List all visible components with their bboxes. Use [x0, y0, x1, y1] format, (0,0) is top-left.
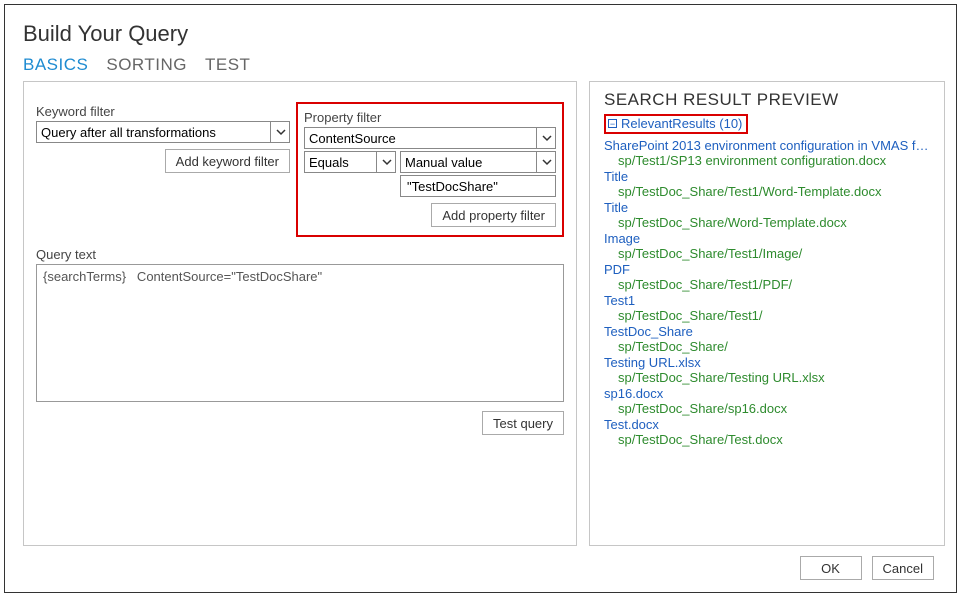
result-title-link[interactable]: Testing URL.xlsx: [604, 355, 934, 370]
tab-sorting[interactable]: SORTING: [106, 55, 187, 75]
property-operator-select[interactable]: [304, 151, 396, 173]
add-keyword-filter-button[interactable]: Add keyword filter: [165, 149, 290, 173]
result-item: TestDoc_Sharesp/TestDoc_Share/: [604, 324, 934, 354]
result-path: sp/TestDoc_Share/sp16.docx: [604, 401, 934, 416]
result-title-link[interactable]: Title: [604, 200, 934, 215]
property-name-select[interactable]: [304, 127, 556, 149]
keyword-filter-section: Keyword filter Add keyword filter: [36, 104, 296, 237]
search-result-preview-panel: SEARCH RESULT PREVIEW − RelevantResults …: [589, 81, 945, 546]
result-path: sp/TestDoc_Share/Test1/Image/: [604, 246, 934, 261]
result-title-link[interactable]: sp16.docx: [604, 386, 934, 401]
result-path: sp/TestDoc_Share/Word-Template.docx: [604, 215, 934, 230]
relevant-results-toggle[interactable]: − RelevantResults (10): [604, 114, 748, 134]
result-item: Titlesp/TestDoc_Share/Word-Template.docx: [604, 200, 934, 230]
property-value-mode-select[interactable]: [400, 151, 556, 173]
result-title-link[interactable]: Image: [604, 231, 934, 246]
property-operator-value[interactable]: [304, 151, 396, 173]
dialog-title: Build Your Query: [23, 21, 938, 47]
result-item: PDFsp/TestDoc_Share/Test1/PDF/: [604, 262, 934, 292]
query-builder-dialog: Build Your Query BASICS SORTING TEST Key…: [4, 4, 957, 593]
property-filter-label: Property filter: [304, 110, 556, 125]
relevant-results-label: RelevantResults (10): [621, 116, 742, 131]
tab-basics[interactable]: BASICS: [23, 55, 88, 75]
property-value-input[interactable]: [400, 175, 556, 197]
result-item: Test.docxsp/TestDoc_Share/Test.docx: [604, 417, 934, 447]
result-item: Testing URL.xlsxsp/TestDoc_Share/Testing…: [604, 355, 934, 385]
result-item: Imagesp/TestDoc_Share/Test1/Image/: [604, 231, 934, 261]
result-title-link[interactable]: Test1: [604, 293, 934, 308]
preview-title: SEARCH RESULT PREVIEW: [604, 90, 934, 110]
basics-panel: Keyword filter Add keyword filter: [23, 81, 577, 546]
result-item: SharePoint 2013 environment configuratio…: [604, 138, 934, 168]
tab-test[interactable]: TEST: [205, 55, 250, 75]
result-title-link[interactable]: Test.docx: [604, 417, 934, 432]
result-title-link[interactable]: PDF: [604, 262, 934, 277]
dialog-footer: OK Cancel: [23, 546, 938, 582]
keyword-filter-select[interactable]: [36, 121, 290, 143]
result-path: sp/TestDoc_Share/Test1/PDF/: [604, 277, 934, 292]
cancel-button[interactable]: Cancel: [872, 556, 934, 580]
add-property-filter-button[interactable]: Add property filter: [431, 203, 556, 227]
test-query-button[interactable]: Test query: [482, 411, 564, 435]
result-path: sp/TestDoc_Share/Test1/: [604, 308, 934, 323]
ok-button[interactable]: OK: [800, 556, 862, 580]
result-item: Test1sp/TestDoc_Share/Test1/: [604, 293, 934, 323]
result-item: sp16.docxsp/TestDoc_Share/sp16.docx: [604, 386, 934, 416]
result-path: sp/Test1/SP13 environment configuration.…: [604, 153, 934, 168]
result-path: sp/TestDoc_Share/Test1/Word-Template.doc…: [604, 184, 934, 199]
keyword-filter-label: Keyword filter: [36, 104, 290, 119]
result-path: sp/TestDoc_Share/Test.docx: [604, 432, 934, 447]
results-list: SharePoint 2013 environment configuratio…: [604, 138, 934, 447]
result-path: sp/TestDoc_Share/Testing URL.xlsx: [604, 370, 934, 385]
result-item: Titlesp/TestDoc_Share/Test1/Word-Templat…: [604, 169, 934, 199]
property-filter-highlight: Property filter: [296, 102, 564, 237]
property-filter-section: Property filter: [296, 104, 564, 237]
tab-strip: BASICS SORTING TEST: [23, 55, 938, 75]
result-title-link[interactable]: SharePoint 2013 environment configuratio…: [604, 138, 934, 153]
property-name-value[interactable]: [304, 127, 556, 149]
property-value-mode-value[interactable]: [400, 151, 556, 173]
query-text-label: Query text: [36, 247, 564, 262]
result-title-link[interactable]: Title: [604, 169, 934, 184]
keyword-filter-value[interactable]: [36, 121, 290, 143]
collapse-icon: −: [608, 119, 617, 128]
result-path: sp/TestDoc_Share/: [604, 339, 934, 354]
query-text-input[interactable]: [36, 264, 564, 402]
result-title-link[interactable]: TestDoc_Share: [604, 324, 934, 339]
